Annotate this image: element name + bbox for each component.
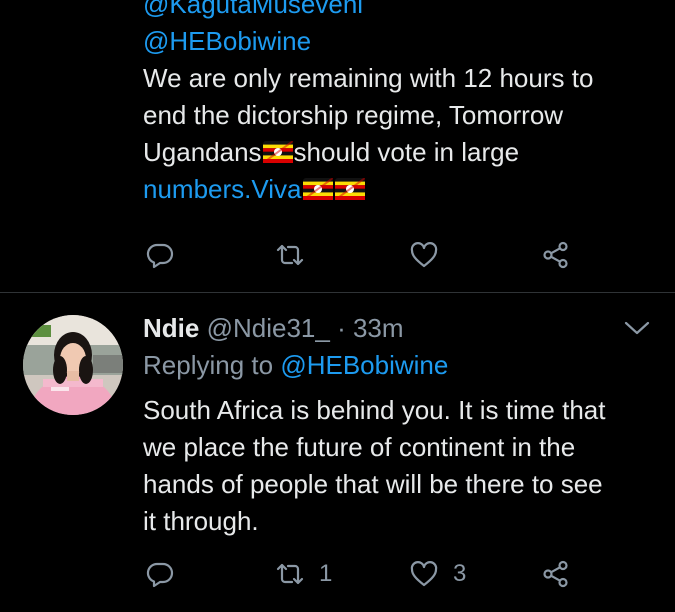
replying-to: Replying to @HEBobiwine [143,348,448,382]
tweet-1-line-3b: should vote in large [293,137,520,167]
uganda-flag-icon [334,178,365,200]
retweet-icon [276,244,304,266]
tweet-timestamp[interactable]: 33m [353,313,404,343]
tweet-2-line: it through. [143,506,259,536]
avatar-image [23,315,123,415]
retweet-button[interactable]: 1 [275,557,332,591]
tweet-2-line: South Africa is behind you. It is time t… [143,395,606,425]
tweet-2-line: hands of people that will be there to se… [143,469,603,499]
avatar[interactable] [23,315,123,415]
tweet-2-text: South Africa is behind you. It is time t… [143,392,663,540]
share-button[interactable] [541,557,571,591]
like-button[interactable] [409,238,439,272]
tweet-1-text: @KagutaMuseveni @HEBobiwine We are only … [143,0,663,208]
uganda-flag-icon [302,178,333,200]
mention-hebobiwine[interactable]: @HEBobiwine [143,26,311,56]
author-handle[interactable]: @Ndie31_ [207,313,330,343]
tweet-2-line: we place the future of continent in the [143,432,576,462]
retweet-icon [276,563,304,585]
tweet-1-line-2: end the dictorship regime, Tomorrow [143,100,564,130]
tweet-1[interactable]: @KagutaMuseveni @HEBobiwine We are only … [0,0,675,292]
reply-button[interactable] [145,238,175,272]
replying-to-label: Replying to [143,350,274,380]
chevron-down-icon[interactable] [622,317,652,339]
tweet-1-actions [143,238,593,272]
replying-to-mention[interactable]: @HEBobiwine [280,350,448,380]
uganda-flag-icon [262,141,293,163]
mention-kagutamuseveni[interactable]: @KagutaMuseveni [143,0,363,19]
tweet-1-line-1: We are only remaining with 12 hours to [143,63,594,93]
retweet-count: 1 [319,560,333,587]
heart-icon [410,561,438,587]
share-icon [543,560,568,588]
author-name[interactable]: Ndie [143,313,199,343]
tweet-1-link-text[interactable]: numbers.Viva [143,174,302,204]
retweet-button[interactable] [275,238,305,272]
share-icon [543,241,568,269]
like-count: 3 [453,560,467,587]
reply-button[interactable] [145,557,175,591]
heart-icon [410,242,438,268]
reply-icon [146,243,174,269]
tweet-2[interactable]: Ndie @Ndie31_ · 33m Replying to @HEBobiw… [0,293,675,612]
separator-dot: · [337,313,346,343]
tweet-1-line-3a: Ugandans [143,137,262,167]
like-button[interactable]: 3 [409,557,466,591]
share-button[interactable] [541,238,571,272]
tweet-2-actions: 1 3 [143,557,593,591]
reply-icon [146,562,174,588]
tweet-2-header: Ndie @Ndie31_ · 33m [143,311,404,345]
